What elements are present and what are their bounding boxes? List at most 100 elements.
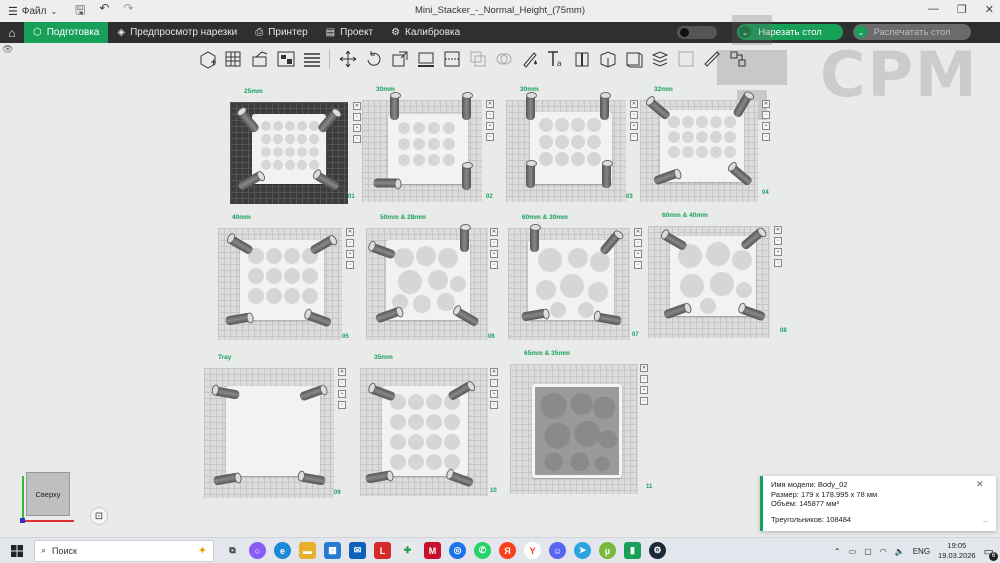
close-icon[interactable]: ✕ — [486, 100, 494, 108]
ams-icon[interactable] — [726, 48, 749, 71]
view-toggle[interactable] — [677, 26, 717, 39]
bambu-studio-icon[interactable]: ✚ — [399, 542, 416, 559]
layers-stack-icon[interactable] — [648, 48, 671, 71]
plate-07[interactable]: 60mm & 30mm 07 ✕ ▫ ▪ ▫ — [508, 214, 648, 344]
task-view-icon[interactable]: ⧉ — [224, 542, 241, 559]
view-cube-top-face[interactable]: Сверху — [26, 472, 70, 516]
wifi-icon[interactable]: ◠ — [880, 547, 887, 556]
steam-icon[interactable]: ⚙ — [649, 542, 666, 559]
plate-10[interactable]: 35mm 10 ✕ ▫ ▪ ▫ — [360, 354, 500, 500]
close-icon[interactable]: ✕ — [630, 100, 638, 108]
mcafee-icon[interactable]: M — [424, 542, 441, 559]
close-icon[interactable]: ✕ — [353, 102, 361, 110]
plate-04[interactable]: 32mm 04 ✕ ▫ ▪ ▫ — [640, 86, 770, 204]
support-paint-icon[interactable] — [518, 48, 541, 71]
lock-icon[interactable]: ▫ — [640, 375, 648, 383]
plate-03[interactable]: 30mm 03 ✕ ▫ ▪ ▫ — [506, 86, 646, 204]
close-icon[interactable]: ✕ — [490, 228, 498, 236]
model-body[interactable] — [530, 112, 612, 184]
discord-icon[interactable]: ☺ — [549, 542, 566, 559]
arrange-icon[interactable] — [274, 48, 297, 71]
bambu-handy-icon[interactable]: ▮ — [624, 542, 641, 559]
plate-08[interactable]: 60mm & 40mm 08 ✕ ▫ ▪ ▫ — [648, 212, 790, 342]
lock-icon[interactable]: ▫ — [486, 111, 494, 119]
model-body[interactable] — [388, 114, 468, 184]
plate-05[interactable]: 40mm 05 ✕ ▫ ▪ ▫ — [218, 214, 358, 344]
tab-printer[interactable]: ⎙ Принтер — [246, 22, 316, 43]
close-icon[interactable]: ✕ — [490, 368, 498, 376]
settings-icon[interactable]: ▪ — [774, 248, 782, 256]
plate-11[interactable]: 65mm & 35mm 11 ✕ ▫ ▪ ▫ — [510, 350, 656, 498]
lock-icon[interactable]: ▫ — [338, 379, 346, 387]
arrange-small-icon[interactable]: ▫ — [490, 261, 498, 269]
lock-icon[interactable]: ▫ — [490, 379, 498, 387]
settings-icon[interactable]: ▪ — [762, 122, 770, 130]
network-icon[interactable]: ▭ — [849, 547, 857, 556]
lock-icon[interactable]: ▫ — [762, 111, 770, 119]
lingvo-icon[interactable]: L — [374, 542, 391, 559]
move-icon[interactable] — [336, 48, 359, 71]
yandex-icon[interactable]: Я — [499, 542, 516, 559]
settings-icon[interactable]: ▪ — [490, 250, 498, 258]
model-body-selected[interactable] — [532, 384, 622, 478]
variable-layer-icon[interactable] — [674, 48, 697, 71]
lock-icon[interactable]: ▫ — [774, 237, 782, 245]
close-icon[interactable]: ✕ — [346, 228, 354, 236]
arrange-small-icon[interactable]: ▫ — [490, 401, 498, 409]
close-icon[interactable]: ✕ — [985, 3, 994, 16]
settings-icon[interactable]: ▪ — [338, 390, 346, 398]
chrome-like-icon[interactable]: ◎ — [449, 542, 466, 559]
tab-project[interactable]: ▤ Проект — [317, 22, 382, 43]
arrange-small-icon[interactable]: ▫ — [762, 133, 770, 141]
arrange-small-icon[interactable]: ▫ — [353, 135, 361, 143]
text-tool-icon[interactable]: a — [544, 48, 567, 71]
restore-icon[interactable]: ❐ — [957, 3, 967, 16]
home-icon[interactable]: ⌂ — [0, 22, 24, 43]
chevron-down-icon[interactable]: ⌄ — [739, 26, 751, 38]
clock[interactable]: 19:05 19.03.2026 — [938, 541, 976, 561]
model-body[interactable] — [382, 386, 468, 476]
assembly-icon[interactable] — [622, 48, 645, 71]
utorrent-icon[interactable]: µ — [599, 542, 616, 559]
zoom-to-fit-icon[interactable]: ⊡ — [90, 507, 108, 525]
settings-icon[interactable]: ▪ — [486, 122, 494, 130]
add-model-icon[interactable] — [196, 48, 219, 71]
scale-icon[interactable] — [388, 48, 411, 71]
plate-09[interactable]: Tray 09 ✕ ▫ ▪ ▫ — [204, 354, 354, 502]
chevron-down-icon[interactable]: ⌄ — [855, 26, 867, 38]
eye-icon[interactable]: 👁 — [2, 44, 13, 55]
mail-icon[interactable]: ✉ — [349, 542, 366, 559]
lock-icon[interactable]: ▫ — [634, 239, 642, 247]
collapse-icon[interactable]: ─ — [983, 518, 988, 528]
tab-prepare[interactable]: ⬡ Подготовка — [24, 22, 109, 43]
alice-assistant-icon[interactable]: ○ — [249, 542, 266, 559]
display-icon[interactable]: ▢ — [864, 547, 872, 556]
tab-slice-preview[interactable]: ◈ Предпросмотр нарезки — [108, 22, 246, 43]
ruler-icon[interactable] — [700, 48, 723, 71]
settings-icon[interactable]: ▪ — [634, 250, 642, 258]
plate-01[interactable]: 25mm 01 ✕ ▫ ▪ ▫ — [230, 88, 361, 206]
settings-icon[interactable]: ▪ — [630, 122, 638, 130]
arrange-small-icon[interactable]: ▫ — [640, 397, 648, 405]
lock-icon[interactable]: ▫ — [490, 239, 498, 247]
settings-icon[interactable]: ▪ — [640, 386, 648, 394]
arrange-small-icon[interactable]: ▫ — [630, 133, 638, 141]
store-icon[interactable]: ▦ — [324, 542, 341, 559]
tab-calibration[interactable]: ⚙ Калибровка — [382, 22, 469, 43]
plate-02[interactable]: 30mm 02 ✕ ▫ ▪ ▫ — [362, 86, 500, 204]
auto-orient-icon[interactable] — [248, 48, 271, 71]
boolean-icon[interactable] — [466, 48, 489, 71]
minimize-icon[interactable]: — — [928, 3, 939, 16]
arrange-small-icon[interactable]: ▫ — [346, 261, 354, 269]
settings-icon[interactable]: ▪ — [353, 124, 361, 132]
telegram-icon[interactable]: ➤ — [574, 542, 591, 559]
close-icon[interactable]: ✕ — [640, 364, 648, 372]
file-explorer-icon[interactable]: ▬ — [299, 542, 316, 559]
arrange-small-icon[interactable]: ▫ — [774, 259, 782, 267]
view-cube[interactable]: Сверху — [18, 468, 78, 526]
rotate-icon[interactable] — [362, 48, 385, 71]
settings-icon[interactable]: ▪ — [490, 390, 498, 398]
close-icon[interactable]: ✕ — [634, 228, 642, 236]
edge-browser-icon[interactable]: e — [274, 542, 291, 559]
taskbar-search-box[interactable]: ⌕ Поиск ✦ — [34, 539, 214, 562]
